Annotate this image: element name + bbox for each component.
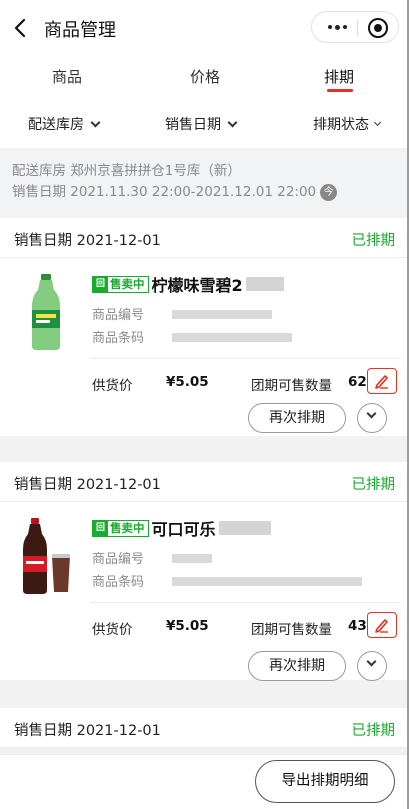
status-badge: 已排期 (351, 477, 396, 493)
redacted-barcode (172, 333, 292, 342)
divider (90, 358, 401, 359)
date-group-header: 销售日期 2021-12-01 已排期 (0, 462, 409, 502)
redacted-code (172, 554, 212, 563)
redacted-text (218, 521, 271, 535)
barcode-label: 商品条码 (92, 331, 145, 346)
product-name-text: 柠檬味雪碧2 (151, 276, 243, 295)
product-name: 回售卖中 可口可乐 (92, 516, 271, 540)
product-image (23, 518, 70, 594)
reschedule-button[interactable]: 再次排期 (248, 403, 346, 433)
page-title: 商品管理 (44, 20, 116, 41)
nav-header: 商品管理 (0, 0, 409, 56)
expand-button[interactable] (357, 403, 387, 433)
selling-tag: 回售卖中 (92, 275, 149, 293)
status-badge: 已排期 (351, 723, 396, 739)
redacted-barcode (172, 577, 362, 586)
product-name-text: 可口可乐 (151, 520, 216, 539)
selling-tag-text: 售卖中 (110, 521, 145, 535)
edit-qty-button[interactable] (367, 612, 397, 638)
product-code-label: 商品编号 (92, 308, 145, 323)
bottom-action-bar: 导出排期明细 (0, 754, 409, 809)
chevron-down-icon (366, 656, 377, 667)
back-button[interactable] (10, 14, 34, 42)
date-group-header: 销售日期 2021-12-01 已排期 (0, 218, 409, 258)
filter-sale-date[interactable]: 销售日期 (165, 114, 238, 134)
filter-warehouse-label: 配送库房 (28, 117, 84, 133)
date-range-summary: 销售日期 2021.11.30 22:00-2021.12.01 22:00 今 (12, 182, 397, 203)
capsule-divider (357, 20, 358, 36)
tag-icon: 回 (93, 276, 108, 292)
tag-icon: 回 (93, 520, 108, 536)
redacted-code (172, 310, 272, 319)
filter-bar: 配送库房 销售日期 排期状态 (0, 98, 409, 148)
group-date: 销售日期 2021-12-01 (14, 477, 161, 493)
expand-button[interactable] (357, 651, 387, 681)
redacted-text (245, 277, 284, 291)
filter-warehouse[interactable]: 配送库房 (28, 114, 101, 134)
warehouse-summary: 配送库房 郑州京喜拼拼仓1号库（新） (12, 163, 241, 179)
supply-price-label: 供货价 (92, 622, 133, 638)
more-dots-icon[interactable] (320, 12, 354, 42)
filter-sale-date-label: 销售日期 (165, 117, 221, 133)
export-schedule-button[interactable]: 导出排期明细 (255, 760, 395, 803)
mini-program-capsule (311, 11, 399, 43)
target-circle-icon[interactable] (368, 18, 388, 38)
selling-tag: 回售卖中 (92, 519, 149, 537)
product-card: 回售卖中 柠檬味雪碧2 商品编号 商品条码 供货价 ¥5.05 团期可售数量 6… (0, 258, 409, 436)
tab-goods[interactable]: 商品 (52, 66, 82, 87)
supply-price-label: 供货价 (92, 378, 133, 394)
product-image (32, 274, 60, 350)
supply-price-value: ¥5.05 (166, 618, 209, 634)
chevron-left-icon (14, 18, 26, 38)
selling-tag-text: 售卖中 (110, 277, 145, 291)
chevron-down-icon (366, 408, 377, 419)
sale-qty-label: 团期可售数量 (251, 622, 332, 638)
chevron-down-icon (227, 117, 238, 127)
date-range-text: 销售日期 2021.11.30 22:00-2021.12.01 22:00 (12, 184, 317, 200)
supply-price-value: ¥5.05 (166, 374, 209, 390)
date-group-header: 销售日期 2021-12-01 已排期 (0, 708, 409, 748)
active-tab-indicator (327, 89, 353, 92)
product-card: 回售卖中 可口可乐 商品编号 商品条码 供货价 ¥5.05 团期可售数量 431… (0, 502, 409, 681)
product-name: 回售卖中 柠檬味雪碧2 (92, 272, 284, 296)
filter-schedule-status-label: 排期状态 (313, 117, 369, 133)
reschedule-button[interactable]: 再次排期 (248, 651, 346, 681)
pencil-icon (375, 375, 388, 389)
sale-qty-label: 团期可售数量 (251, 378, 332, 394)
chevron-down-icon (373, 118, 382, 126)
group-date: 销售日期 2021-12-01 (14, 233, 161, 249)
barcode-label: 商品条码 (92, 575, 145, 590)
filter-schedule-status[interactable]: 排期状态 (313, 114, 382, 134)
today-badge: 今 (320, 184, 338, 201)
product-code-label: 商品编号 (92, 552, 145, 567)
tab-bar: 商品 价格 排期 (0, 56, 409, 98)
filter-summary: 配送库房 郑州京喜拼拼仓1号库（新） 销售日期 2021.11.30 22:00… (0, 150, 409, 216)
edit-qty-button[interactable] (367, 368, 397, 394)
divider (90, 602, 401, 603)
status-badge: 已排期 (351, 233, 396, 249)
chevron-down-icon (90, 117, 101, 127)
group-date: 销售日期 2021-12-01 (14, 723, 161, 739)
pencil-icon (375, 619, 388, 633)
tab-schedule[interactable]: 排期 (324, 66, 354, 87)
tab-price[interactable]: 价格 (190, 66, 220, 87)
